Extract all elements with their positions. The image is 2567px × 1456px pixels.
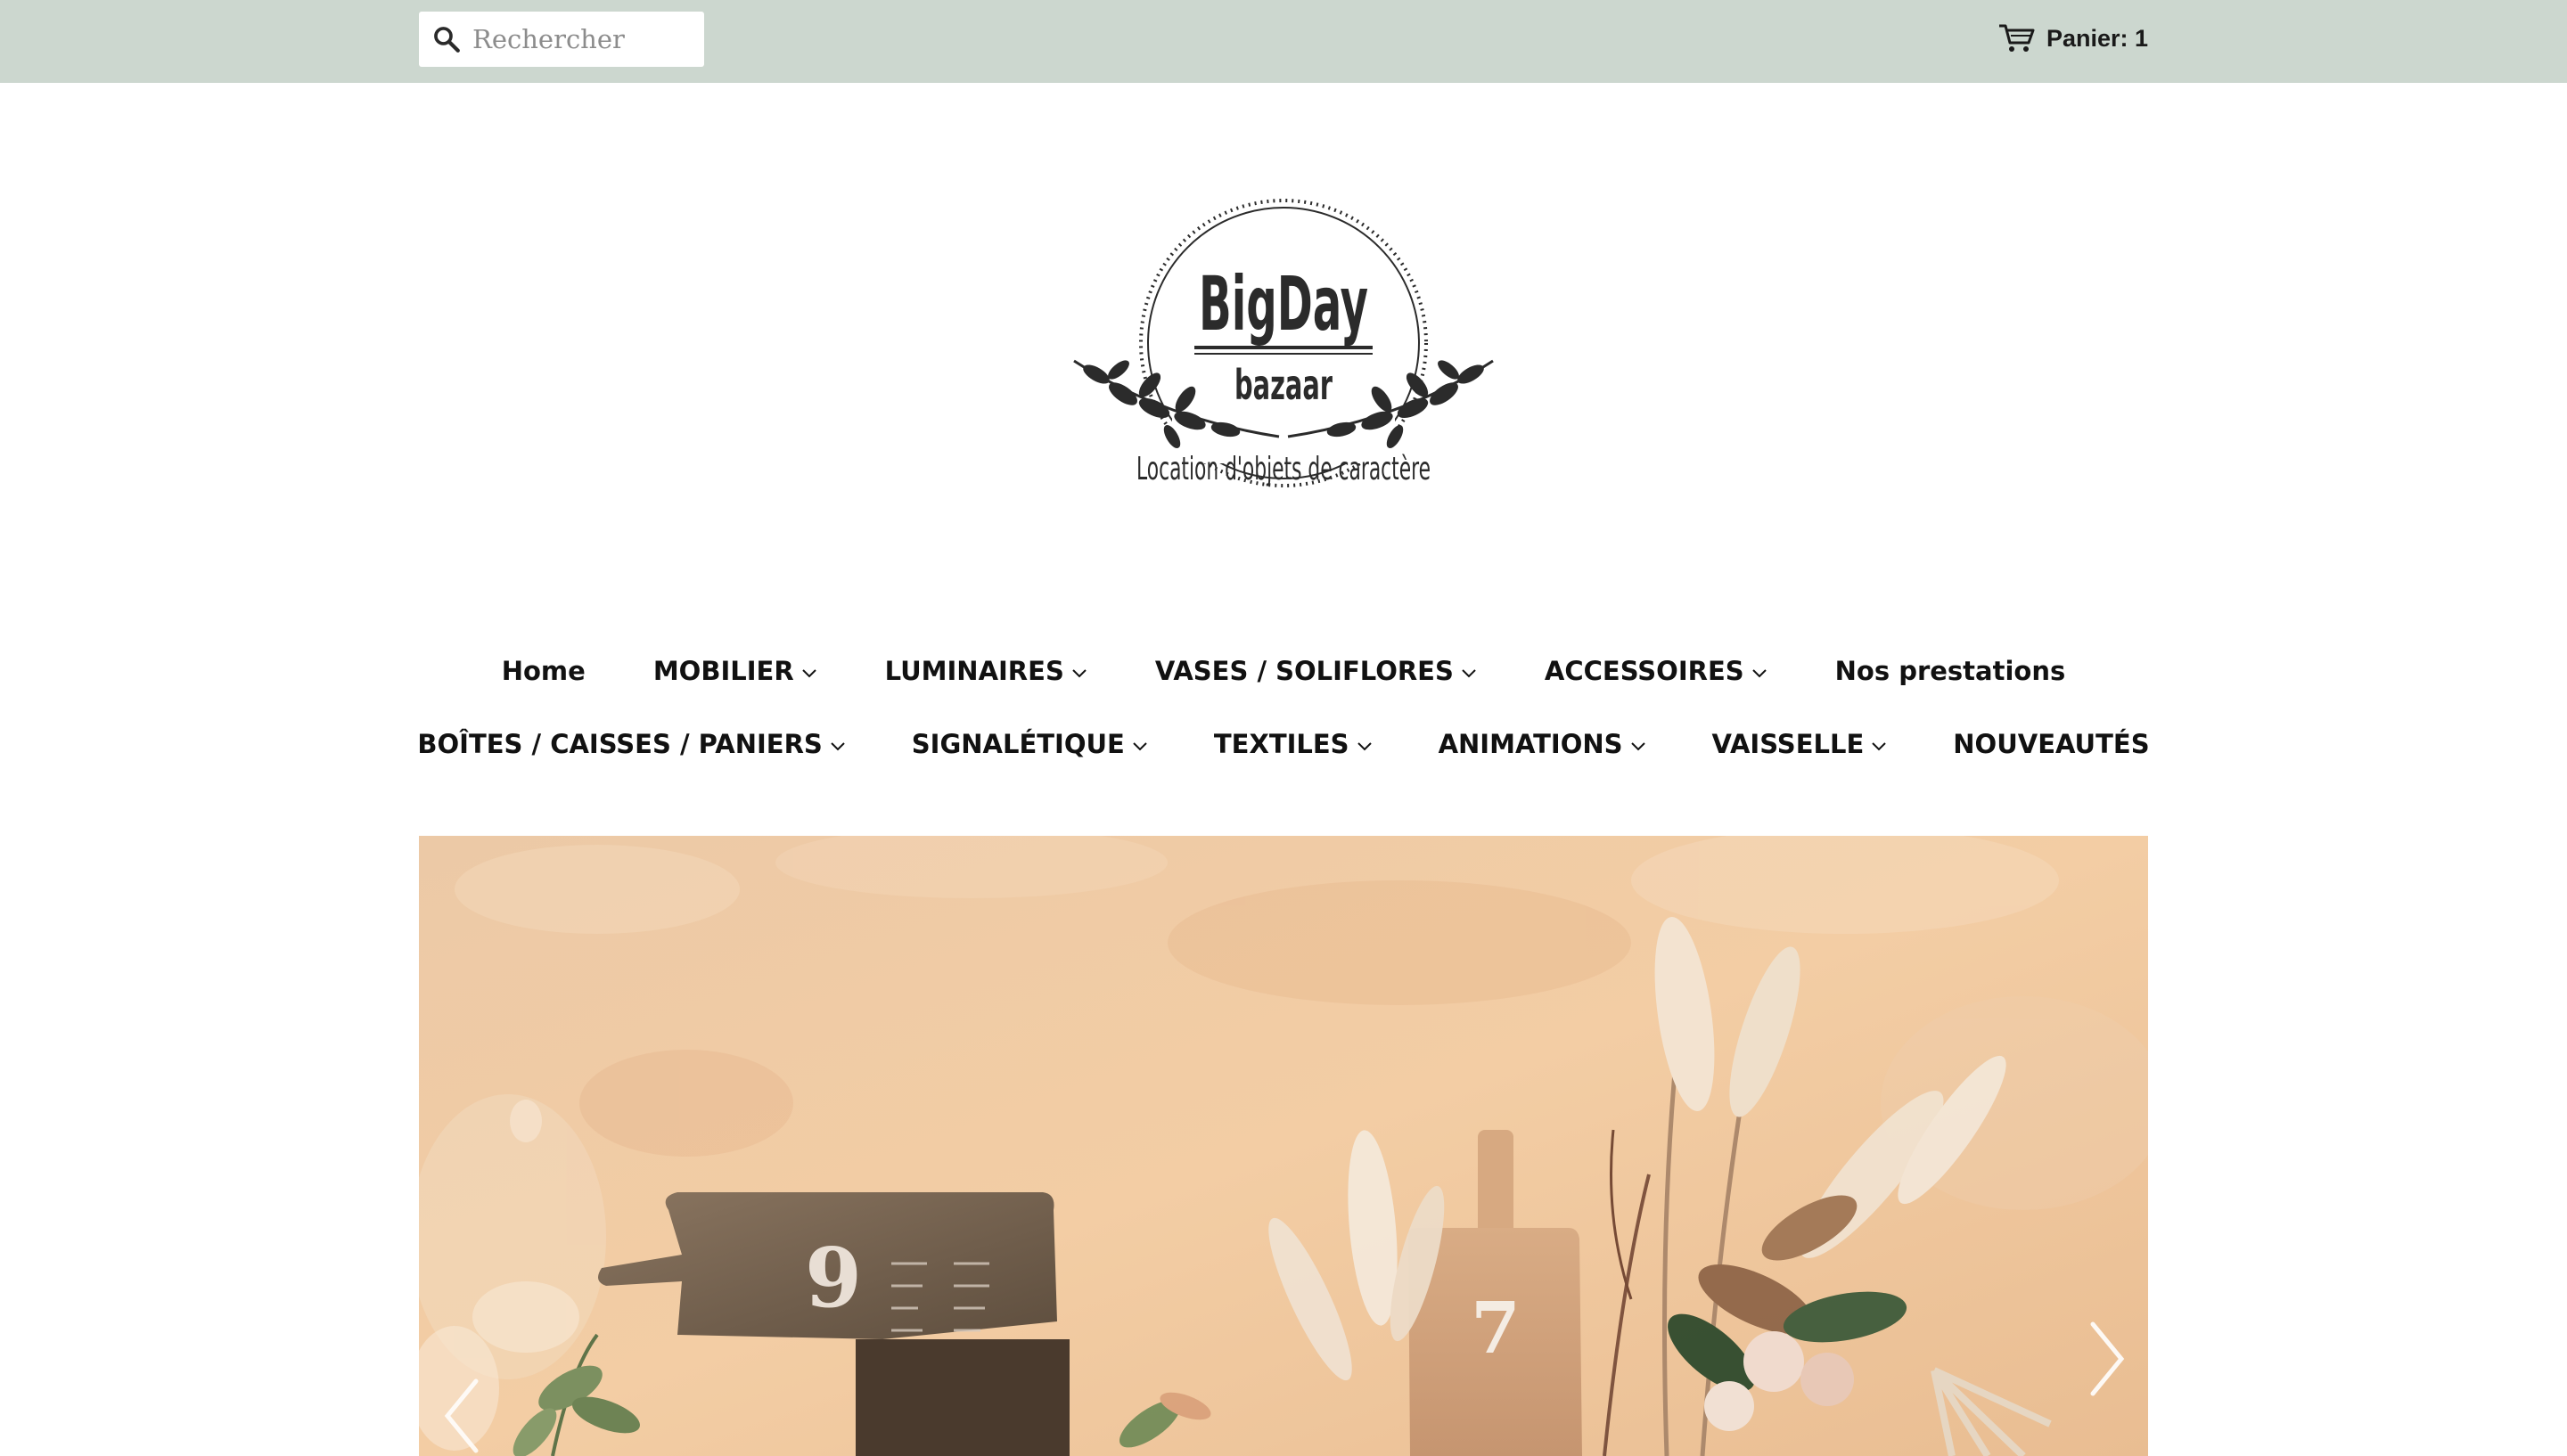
nav-item-nouveautes[interactable]: NOUVEAUTÉS — [1953, 726, 2149, 762]
nav-item-signaletique[interactable]: SIGNALÉTIQUE — [912, 726, 1148, 762]
nav-item-home[interactable]: Home — [502, 653, 586, 689]
search-box[interactable] — [419, 12, 704, 67]
nav-row-1: Home MOBILIER LUMINAIRES VASES / SOLIFLO… — [0, 653, 2567, 689]
nav-item-accessoires[interactable]: ACCESSOIRES — [1545, 653, 1767, 689]
nav-item-luminaires[interactable]: LUMINAIRES — [885, 653, 1087, 689]
nav-item-boites-caisses-paniers[interactable]: BOÎTES / CAISSES / PANIERS — [417, 726, 845, 762]
nav-item-vases-soliflores[interactable]: VASES / SOLIFLORES — [1155, 653, 1477, 689]
logo-line2: bazaar — [1234, 361, 1333, 409]
nav-item-mobilier[interactable]: MOBILIER — [653, 653, 817, 689]
search-input[interactable] — [472, 12, 697, 67]
board-left-number: 9 — [805, 1230, 862, 1326]
logo-line1: BigDay — [1199, 260, 1368, 348]
cart-link[interactable]: Panier: 1 — [1998, 20, 2148, 57]
chevron-down-icon — [1630, 742, 1645, 751]
nav-item-animations[interactable]: ANIMATIONS — [1439, 726, 1646, 762]
chevron-down-icon — [831, 742, 845, 751]
chevron-down-icon — [1751, 669, 1767, 678]
nav-row-2: BOÎTES / CAISSES / PANIERS SIGNALÉTIQUE … — [0, 726, 2567, 762]
board-right-number: 7 — [1471, 1286, 1521, 1370]
chevron-down-icon — [1462, 669, 1476, 678]
chevron-down-icon — [1872, 742, 1886, 751]
nav-item-textiles[interactable]: TEXTILES — [1214, 726, 1373, 762]
hero-slideshow: 9 7 — [419, 836, 2148, 1456]
chevron-down-icon — [1072, 669, 1087, 678]
chevron-down-icon — [801, 669, 816, 678]
nav-item-nos-prestations[interactable]: Nos prestations — [1835, 653, 2066, 689]
store-logo[interactable]: BigDay bazaar Location d'objets de carac… — [1056, 196, 1511, 499]
chevron-down-icon — [1357, 742, 1372, 751]
slideshow-next-arrow[interactable] — [2079, 1319, 2132, 1399]
search-icon[interactable] — [431, 24, 462, 54]
logo-tagline: Location d'objets de caractère — [1136, 451, 1431, 487]
cart-icon — [1998, 24, 2035, 52]
slideshow-previous-arrow[interactable] — [437, 1376, 490, 1456]
top-bar: Panier: 1 — [0, 0, 2567, 83]
nav-item-vaisselle[interactable]: VAISSELLE — [1712, 726, 1888, 762]
chevron-down-icon — [1133, 742, 1147, 751]
cart-label[interactable]: Panier: 1 — [2046, 25, 2148, 53]
hero-image: 9 7 — [419, 836, 2148, 1456]
